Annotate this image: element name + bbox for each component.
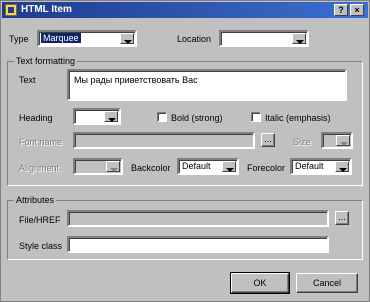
file-href-field[interactable] [67, 210, 329, 227]
style-class-input[interactable] [67, 236, 329, 253]
backcolor-select-value: Default [182, 161, 211, 171]
italic-checkbox[interactable] [251, 112, 261, 122]
size-select[interactable] [321, 132, 353, 149]
alignment-select[interactable] [73, 158, 123, 175]
text-input-value: Мы рады приветствовать Вас [74, 75, 198, 85]
chevron-down-icon[interactable] [335, 161, 349, 172]
chevron-down-icon[interactable] [292, 33, 306, 44]
backcolor-label: Backcolor [131, 163, 171, 173]
location-select[interactable] [219, 30, 309, 47]
style-class-label: Style class [19, 241, 63, 251]
font-name-label: Font name [19, 137, 63, 147]
forecolor-select[interactable]: Default [290, 158, 352, 175]
alignment-label: Alignment [19, 163, 60, 173]
html-item-dialog: HTML Item ? × Type Marquee Location Text… [0, 0, 370, 302]
forecolor-select-value: Default [295, 161, 324, 171]
font-name-field[interactable] [73, 132, 255, 149]
heading-label: Heading [19, 113, 53, 123]
title-bar[interactable]: HTML Item ? × [2, 2, 368, 18]
heading-select[interactable] [73, 108, 121, 125]
cancel-button[interactable]: Cancel [296, 273, 358, 293]
type-select[interactable]: Marquee [37, 30, 137, 47]
type-select-value: Marquee [41, 33, 81, 43]
size-label: Size [293, 137, 311, 147]
type-label: Type [9, 34, 29, 44]
italic-label: Italic (emphasis) [265, 113, 331, 123]
file-browse-button[interactable]: ... [335, 211, 349, 225]
font-browse-button[interactable]: ... [261, 133, 275, 147]
chevron-down-icon[interactable] [104, 111, 118, 122]
chevron-down-icon[interactable] [336, 135, 350, 146]
close-button[interactable]: × [350, 4, 364, 16]
attributes-legend: Attributes [14, 195, 57, 205]
window-title: HTML Item [21, 4, 72, 15]
app-icon [5, 4, 17, 16]
chevron-down-icon[interactable] [106, 161, 120, 172]
ok-button[interactable]: OK [230, 272, 290, 294]
location-label: Location [177, 34, 212, 44]
file-href-label: File/HREF [19, 215, 61, 225]
chevron-down-icon[interactable] [222, 161, 236, 172]
forecolor-label: Forecolor [247, 163, 286, 173]
text-input[interactable]: Мы рады приветствовать Вас [67, 69, 347, 101]
help-button[interactable]: ? [334, 4, 348, 16]
backcolor-select[interactable]: Default [177, 158, 239, 175]
bold-checkbox[interactable] [157, 112, 167, 122]
chevron-down-icon[interactable] [120, 33, 134, 44]
text-formatting-legend: Text formatting [14, 56, 78, 66]
bold-label: Bold (strong) [171, 113, 223, 123]
text-label: Text [19, 75, 36, 85]
